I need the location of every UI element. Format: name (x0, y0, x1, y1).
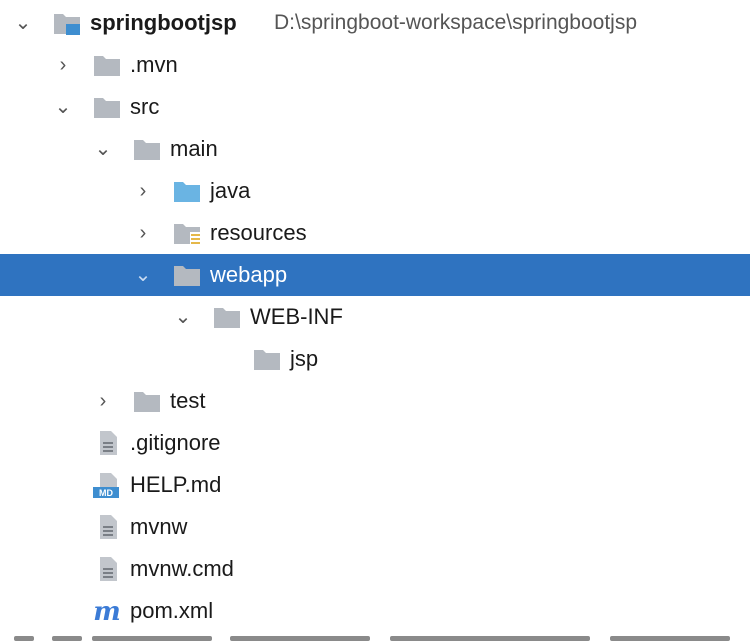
folder-icon (134, 140, 160, 160)
tree-label-webinf: WEB-INF (250, 304, 343, 329)
tree-label-src: src (130, 94, 160, 119)
project-tree: ⌄ springbootjsp D:\springboot-workspace\… (0, 0, 750, 644)
source-folder-icon (174, 182, 200, 202)
chevron-down-icon[interactable]: ⌄ (132, 254, 154, 296)
project-folder-icon (54, 14, 80, 35)
maven-badge: m (93, 598, 121, 624)
tree-row-jsp[interactable]: jsp (0, 338, 750, 380)
folder-icon (174, 266, 200, 286)
tree-label-mvnw: mvnw (130, 514, 188, 539)
tree-row-resources[interactable]: › resources (0, 212, 750, 254)
resources-folder-icon (174, 224, 201, 245)
tree-label-mvnwcmd: mvnw.cmd (130, 556, 234, 581)
tree-row-webapp[interactable]: ⌄ webapp (0, 254, 750, 296)
text-file-icon (100, 557, 117, 581)
tree-row-gitignore[interactable]: .gitignore (0, 422, 750, 464)
folder-icon (254, 350, 280, 370)
chevron-down-icon[interactable]: ⌄ (172, 296, 194, 338)
tree-row-project[interactable]: ⌄ springbootjsp D:\springboot-workspace\… (0, 2, 750, 44)
chevron-down-icon[interactable]: ⌄ (52, 86, 74, 128)
folder-icon (94, 98, 120, 118)
tree-label-webapp: webapp (210, 262, 288, 287)
text-file-icon (100, 431, 117, 455)
chevron-right-icon[interactable]: › (52, 44, 74, 86)
tree-row-webinf[interactable]: ⌄ WEB-INF (0, 296, 750, 338)
tree-row-pom[interactable]: m pom.xml (0, 590, 750, 632)
chevron-down-icon[interactable]: ⌄ (92, 128, 114, 170)
folder-icon (134, 392, 160, 412)
tree-label-gitignore: .gitignore (130, 430, 221, 455)
project-path: D:\springboot-workspace\springbootjsp (274, 11, 638, 34)
tree-row-java[interactable]: › java (0, 170, 750, 212)
tree-label-resources: resources (210, 220, 307, 245)
tree-label-pom: pom.xml (130, 598, 214, 623)
tree-label-main: main (170, 136, 218, 161)
folder-icon (94, 56, 120, 76)
tree-label-mvn: .mvn (130, 52, 178, 77)
tree-row-mvnwcmd[interactable]: mvnw.cmd (0, 548, 750, 590)
tree-row-src[interactable]: ⌄ src (0, 86, 750, 128)
tree-label-jsp: jsp (290, 346, 319, 371)
maven-icon: m (93, 598, 121, 624)
chevron-right-icon[interactable]: › (132, 170, 154, 212)
chevron-right-icon[interactable]: › (132, 212, 154, 254)
clipped-next-row (0, 632, 750, 644)
text-file-icon (100, 515, 117, 539)
chevron-down-icon[interactable]: ⌄ (12, 2, 34, 44)
tree-row-mvnw[interactable]: mvnw (0, 506, 750, 548)
project-name: springbootjsp (90, 10, 237, 35)
chevron-right-icon[interactable]: › (92, 380, 114, 422)
markdown-badge: MD (99, 488, 113, 498)
tree-row-main[interactable]: ⌄ main (0, 128, 750, 170)
tree-row-mvn[interactable]: › .mvn (0, 44, 750, 86)
tree-row-test[interactable]: › test (0, 380, 750, 422)
tree-label-help: HELP.md (130, 472, 222, 497)
markdown-file-icon: MD (93, 473, 119, 498)
tree-row-help[interactable]: MD HELP.md (0, 464, 750, 506)
folder-icon (214, 308, 240, 328)
tree-label-test: test (170, 388, 206, 413)
tree-label-java: java (210, 178, 251, 203)
